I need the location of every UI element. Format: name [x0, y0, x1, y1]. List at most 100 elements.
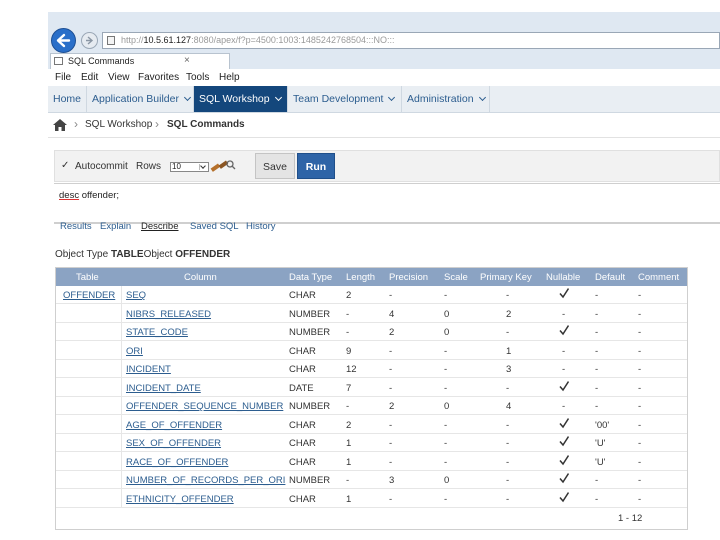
column-header[interactable]: Table: [76, 272, 99, 283]
nav-application-builder[interactable]: Application Builder: [87, 86, 194, 112]
nullable-cell: -: [562, 345, 566, 357]
table-header: Table Column Data Type Length Precision …: [56, 268, 687, 286]
run-button[interactable]: Run: [297, 153, 335, 179]
comment-cell: -: [638, 327, 642, 338]
column-name-link[interactable]: NUMBER_OF_RECORDS_PER_ORI: [126, 475, 285, 486]
tab-describe[interactable]: Describe: [141, 221, 179, 232]
column-name-link[interactable]: SEQ: [126, 290, 146, 301]
find-icon[interactable]: [210, 158, 236, 174]
default-cell: '00': [595, 419, 610, 431]
chevron-down-icon: [274, 93, 282, 102]
nav-team-development[interactable]: Team Development: [288, 86, 402, 112]
comment-cell: -: [638, 382, 642, 394]
back-button[interactable]: [51, 28, 76, 53]
nullable-cell: -: [562, 308, 566, 320]
tab-title: SQL Commands: [68, 56, 135, 66]
sql-rest: offender;: [79, 190, 120, 201]
menu-file[interactable]: File: [55, 72, 71, 83]
precision-cell: -: [389, 290, 393, 301]
column-name-link[interactable]: RACE_OF_OFFENDER: [126, 457, 228, 468]
length-cell: 1: [346, 438, 352, 449]
column-header[interactable]: Nullable: [546, 272, 580, 283]
table-row: AGE_OF_OFFENDER CHAR 2 - - - '00' -: [56, 416, 687, 434]
address-bar[interactable]: http://10.5.61.127:8080/apex/f?p=4500:10…: [102, 32, 720, 49]
app-navigation: Home Application Builder SQL Workshop Te…: [48, 86, 720, 113]
nav-application-builder-label: Application Builder: [92, 93, 179, 105]
column-header[interactable]: Column: [184, 272, 217, 283]
column-name-link[interactable]: SEX_OF_OFFENDER: [126, 438, 221, 449]
primary-key-cell: 3: [506, 364, 512, 375]
primary-key-cell: -: [506, 382, 510, 394]
save-button[interactable]: Save: [255, 153, 295, 179]
nav-home[interactable]: Home: [48, 86, 87, 112]
column-header[interactable]: Default: [595, 272, 625, 283]
primary-key-cell: 1: [506, 345, 512, 357]
checkmark-icon: [559, 473, 569, 484]
tab-saved-sql[interactable]: Saved SQL: [190, 221, 239, 232]
forward-button[interactable]: [81, 32, 98, 49]
home-icon[interactable]: [53, 119, 67, 131]
menu-edit[interactable]: Edit: [81, 72, 98, 83]
default-cell: -: [595, 327, 599, 338]
chevron-down-icon: [388, 93, 396, 102]
menu-tools[interactable]: Tools: [186, 72, 209, 83]
column-name-link[interactable]: NIBRS_RELEASED: [126, 309, 211, 320]
nav-administration-label: Administration: [407, 93, 474, 105]
column-header[interactable]: Comment: [638, 272, 679, 283]
check-icon[interactable]: ✓: [61, 160, 69, 171]
scale-cell: 0: [444, 475, 450, 486]
table-row: STATE_CODE NUMBER - 2 0 - - -: [56, 323, 687, 341]
url-host: 10.5.61.127: [143, 35, 192, 45]
menu-help[interactable]: Help: [219, 72, 240, 83]
scale-cell: 0: [444, 308, 450, 320]
data-type-cell: CHAR: [289, 456, 316, 468]
nav-sql-workshop[interactable]: SQL Workshop: [194, 86, 288, 112]
url-prefix: http://: [121, 35, 144, 45]
tab-explain[interactable]: Explain: [100, 221, 131, 232]
length-cell: 1: [346, 493, 352, 505]
column-header[interactable]: Length: [346, 272, 375, 283]
primary-key-cell: -: [506, 290, 510, 301]
comment-cell: -: [638, 364, 642, 375]
table-name-link[interactable]: OFFENDER: [63, 290, 115, 301]
column-name-link[interactable]: OFFENDER_SEQUENCE_NUMBER: [126, 401, 283, 412]
default-cell: -: [595, 364, 599, 375]
column-name-link[interactable]: ETHNICITY_OFFENDER: [126, 494, 234, 505]
nav-administration[interactable]: Administration: [402, 86, 490, 112]
breadcrumb-sql-workshop[interactable]: SQL Workshop: [85, 119, 152, 130]
browser-tab[interactable]: SQL Commands ×: [50, 53, 230, 69]
nav-home-label: Home: [53, 93, 82, 105]
rows-select[interactable]: 10: [170, 162, 209, 172]
scale-cell: 0: [444, 327, 450, 338]
comment-cell: -: [638, 475, 642, 486]
browser-chrome: http://10.5.61.127:8080/apex/f?p=4500:10…: [48, 12, 720, 69]
column-name-link[interactable]: AGE_OF_OFFENDER: [126, 420, 222, 431]
primary-key-cell: -: [506, 419, 510, 431]
column-name-link[interactable]: STATE_CODE: [126, 327, 188, 338]
length-cell: 7: [346, 382, 352, 394]
tab-close-button[interactable]: ×: [184, 55, 190, 66]
column-header[interactable]: Scale: [444, 272, 468, 283]
column-header[interactable]: Data Type: [289, 272, 332, 283]
data-type-cell: NUMBER: [289, 475, 331, 486]
table-row: OFFENDER SEQ CHAR 2 - - - - -: [56, 286, 687, 304]
menu-view[interactable]: View: [108, 72, 130, 83]
precision-cell: -: [389, 493, 393, 505]
column-name-link[interactable]: INCIDENT: [126, 364, 171, 375]
scale-cell: -: [444, 438, 448, 449]
column-header[interactable]: Precision: [389, 272, 428, 283]
column-name-link[interactable]: INCIDENT_DATE: [126, 383, 201, 394]
precision-cell: 3: [389, 475, 395, 486]
tab-history[interactable]: History: [246, 221, 276, 232]
sql-editor[interactable]: desc offender;: [54, 183, 720, 224]
column-name-link[interactable]: ORI: [126, 346, 143, 357]
tab-results[interactable]: Results: [60, 221, 92, 232]
length-cell: -: [346, 401, 350, 412]
nullable-cell: -: [562, 364, 566, 375]
precision-cell: 2: [389, 401, 395, 412]
column-header[interactable]: Primary Key: [480, 272, 532, 283]
menu-favorites[interactable]: Favorites: [138, 72, 179, 83]
precision-cell: -: [389, 364, 393, 375]
scale-cell: 0: [444, 401, 450, 412]
autocommit-label: Autocommit: [75, 161, 128, 172]
